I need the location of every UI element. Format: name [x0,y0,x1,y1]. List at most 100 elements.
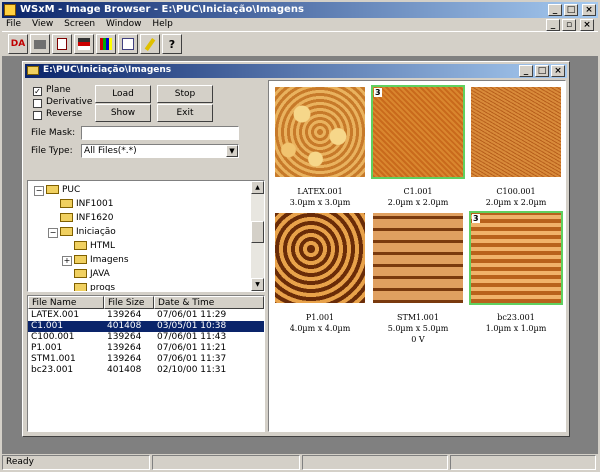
cell-name: bc23.001 [31,365,74,375]
col-header-name[interactable]: File Name [28,296,104,309]
minimize-button[interactable]: _ [548,4,562,16]
folder-icon [74,255,87,264]
thumbnail-badge: 3 [472,214,480,223]
scroll-down-arrow[interactable]: ▼ [251,278,264,291]
load-button[interactable]: Load [95,85,151,103]
folder-small-icon [27,66,39,75]
mdi-close-button[interactable]: × [580,19,594,31]
tree-item[interactable]: progs [74,281,115,291]
menu-help[interactable]: Help [152,19,173,29]
thumbnail-image[interactable] [471,87,561,177]
export-icon[interactable] [52,34,72,54]
toolbar: DA ? [2,31,598,57]
help-icon[interactable]: ? [162,34,182,54]
menu-window[interactable]: Window [106,19,142,29]
image-edit-glyph [122,38,134,50]
status-text-pane: Ready [2,455,150,470]
show-button[interactable]: Show [95,104,151,122]
caption-name: C100.001 [496,187,536,196]
color-bars-glyph [100,38,112,50]
caption-size: 5.0µm x 5.0µm [387,324,449,333]
cell-name: C1.001 [31,321,64,331]
export-glyph [57,38,67,50]
table-row[interactable]: bc23.001 401408 02/10/00 11:31 [28,365,264,376]
folder-icon [60,199,73,208]
color-bars-icon[interactable] [96,34,116,54]
table-row[interactable]: LATEX.001 139264 07/06/01 11:29 [28,310,264,321]
table-row[interactable]: C100.001 139264 07/06/01 11:43 [28,332,264,343]
tree-item[interactable]: INF1001 [60,197,113,211]
thumbnail-image[interactable] [275,213,365,303]
thumbnail-image[interactable] [373,213,463,303]
cell-date: 02/10/00 11:31 [157,365,227,375]
file-list[interactable]: File Name File Size Date & Time LATEX.00… [27,295,265,432]
file-mask-input[interactable] [81,126,239,140]
reverse-checkbox[interactable] [33,111,42,120]
thumbnail-panel: LATEX.001 3.0µm x 3.0µm 3 C1.001 2.0µm x 2.0… [268,80,566,432]
caption-size: 1.0µm x 1.0µm [485,324,547,333]
cell-date: 07/06/01 11:43 [157,332,227,342]
scroll-thumb[interactable] [251,221,264,243]
mdi-restore-button[interactable]: ▫ [562,19,576,31]
caption-name: bc23.001 [497,313,535,322]
table-row[interactable]: P1.001 139264 07/06/01 11:21 [28,343,264,354]
collapse-icon[interactable]: − [48,228,58,238]
table-row[interactable]: C1.001 401408 03/05/01 10:38 [28,321,264,332]
file-mask-label: File Mask: [31,128,76,138]
menu-bar: File View Screen Window Help [6,18,181,30]
image-edit-icon[interactable] [118,34,138,54]
cell-size: 139264 [107,310,142,320]
file-type-select[interactable]: All Files(*.*) ▼ [81,144,239,158]
child-minimize-button[interactable]: _ [519,65,533,77]
da-icon[interactable]: DA [8,34,28,54]
exit-button[interactable]: Exit [157,104,213,122]
palette-icon[interactable] [74,34,94,54]
folder-tree[interactable]: − PUC INF1001 INF1620 − Iniciação HTML + Imagens… [27,180,265,292]
pencil-icon[interactable] [140,34,160,54]
expand-icon[interactable]: + [62,256,72,266]
tree-scrollbar[interactable]: ▲ ▼ [251,181,264,291]
tree-item[interactable]: − Iniciação [48,225,116,239]
menu-view[interactable]: View [32,19,53,29]
child-maximize-button[interactable]: □ [535,65,549,77]
scroll-up-arrow[interactable]: ▲ [251,181,264,194]
cell-size: 139264 [107,332,142,342]
child-close-button[interactable]: × [551,65,565,77]
collapse-icon[interactable]: − [34,186,44,196]
tree-item[interactable]: JAVA [74,267,110,281]
print-icon[interactable] [30,34,50,54]
tree-item-label: JAVA [90,269,110,279]
mdi-minimize-button-face[interactable]: _ [546,19,560,31]
derivative-checkbox[interactable] [33,99,42,108]
col-header-size[interactable]: File Size [104,296,154,309]
thumbnail-image[interactable]: 3 [469,211,563,305]
tree-item[interactable]: + Imagens [62,253,129,267]
cell-name: C100.001 [31,332,75,342]
child-titlebar[interactable]: E:\PUC\Iniciação\Imagens _ □ × [25,64,567,78]
thumbnail-image[interactable] [275,87,365,177]
stop-button[interactable]: Stop [157,85,213,103]
thumbnail-image[interactable]: 3 [371,85,465,179]
plane-checkbox[interactable]: ✓ [33,87,42,96]
caption-name: C1.001 [403,187,433,196]
tree-item[interactable]: HTML [74,239,115,253]
cell-name: STM1.001 [31,354,76,364]
maximize-button[interactable]: □ [564,4,578,16]
main-titlebar[interactable]: WSxM - Image Browser - E:\PUC\Iniciação\… [2,2,598,18]
table-row[interactable]: STM1.001 139264 07/06/01 11:37 [28,354,264,365]
tree-item[interactable]: INF1620 [60,211,113,225]
cell-size: 401408 [107,365,142,375]
menu-file[interactable]: File [6,19,21,29]
tree-item[interactable]: − PUC [34,183,80,197]
cell-size: 139264 [107,354,142,364]
status-pane-3 [302,455,448,470]
menu-screen[interactable]: Screen [64,19,95,29]
thumbnail-caption: C100.001 2.0µm x 2.0µm [467,186,565,208]
thumbnail-caption: C1.001 2.0µm x 2.0µm [369,186,467,208]
col-header-date[interactable]: Date & Time [154,296,264,309]
chevron-down-icon[interactable]: ▼ [226,145,238,157]
cell-date: 07/06/01 11:29 [157,310,227,320]
close-button[interactable]: × [582,4,596,16]
caption-size: 2.0µm x 2.0µm [485,198,547,207]
status-pane-4 [450,455,596,470]
